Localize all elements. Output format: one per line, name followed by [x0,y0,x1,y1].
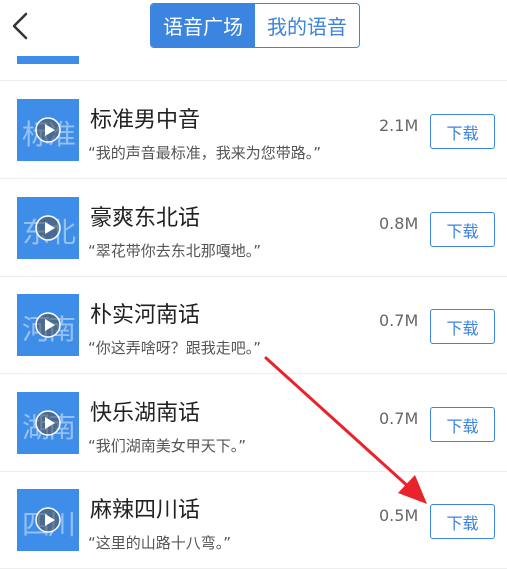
download-button[interactable]: 下载 [430,309,495,344]
list-item-partial [0,56,507,81]
play-icon[interactable] [35,215,61,241]
voice-name: 麻辣四川话 [90,498,201,523]
voice-name: 快乐湖南话 [90,401,201,426]
list-item[interactable]: 标准 标准男中音 “我的声音最标准，我来为您带路。” 2.1M 下载 [0,82,507,179]
download-button[interactable]: 下载 [430,114,495,149]
voice-quote: “我们湖南美女甲天下。” [88,437,247,455]
tab-voice-plaza[interactable]: 语音广场 [151,4,255,47]
back-button[interactable] [6,10,34,42]
thumbnail-partial [17,56,79,64]
voice-quote: “这里的山路十八弯。” [88,534,232,552]
list-item[interactable]: 河南 朴实河南话 “你这弄啥呀？跟我走吧。” 0.7M 下载 [0,277,507,374]
voice-thumbnail[interactable]: 标准 [17,99,79,161]
voice-quote: “你这弄啥呀？跟我走吧。” [88,339,262,357]
download-button[interactable]: 下载 [430,212,495,247]
list-item[interactable]: 东北 豪爽东北话 “翠花带你去东北那嘎地。” 0.8M 下载 [0,180,507,277]
top-bar: 语音广场 我的语音 [0,0,507,56]
play-icon[interactable] [35,410,61,436]
segmented-control: 语音广场 我的语音 [150,3,360,48]
play-icon[interactable] [35,312,61,338]
list-item[interactable]: 湖南 快乐湖南话 “我们湖南美女甲天下。” 0.7M 下载 [0,375,507,472]
download-button[interactable]: 下载 [430,504,495,539]
voice-thumbnail[interactable]: 四川 [17,489,79,551]
voice-name: 朴实河南话 [90,303,201,328]
file-size: 0.7M [379,311,419,330]
list-item[interactable]: 四川 麻辣四川话 “这里的山路十八弯。” 0.5M 下载 [0,472,507,569]
file-size: 0.8M [379,214,419,233]
play-icon[interactable] [35,117,61,143]
voice-quote: “翠花带你去东北那嘎地。” [88,242,262,260]
play-icon[interactable] [35,507,61,533]
voice-thumbnail[interactable]: 东北 [17,197,79,259]
chevron-left-icon[interactable] [6,10,34,42]
voice-thumbnail[interactable]: 湖南 [17,392,79,454]
file-size: 0.5M [379,506,419,525]
voice-name: 豪爽东北话 [90,206,201,231]
download-button[interactable]: 下载 [430,407,495,442]
voice-name: 标准男中音 [90,108,201,133]
tab-my-voices[interactable]: 我的语音 [255,4,359,47]
file-size: 0.7M [379,409,419,428]
voice-thumbnail[interactable]: 河南 [17,294,79,356]
file-size: 2.1M [379,116,419,135]
voice-quote: “我的声音最标准，我来为您带路。” [88,144,322,162]
voice-list: 标准 标准男中音 “我的声音最标准，我来为您带路。” 2.1M 下载 东北 豪爽… [0,0,507,571]
